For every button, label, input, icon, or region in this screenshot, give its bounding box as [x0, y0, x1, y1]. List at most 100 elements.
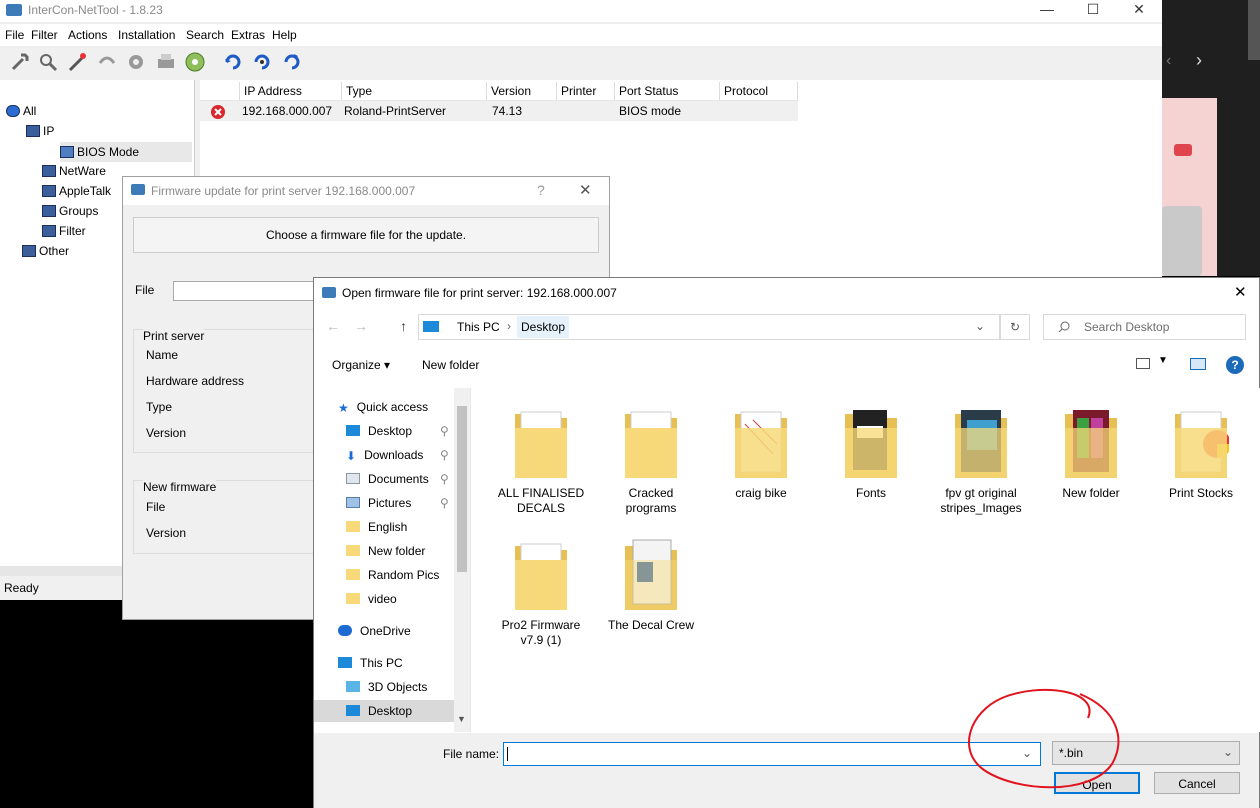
column-protocol[interactable]: Protocol — [720, 82, 798, 100]
folder-icon — [515, 543, 567, 610]
app-icon — [131, 184, 145, 195]
magic-wand-icon[interactable] — [66, 51, 88, 73]
text-cursor — [507, 747, 508, 761]
folder-item[interactable]: Print Stocks — [1153, 398, 1249, 528]
folder-item[interactable]: Cracked programs — [603, 398, 699, 528]
breadcrumb-desktop[interactable]: Desktop — [517, 316, 570, 338]
refresh-search-icon[interactable] — [251, 51, 273, 73]
folder-icon — [845, 410, 897, 478]
nav-this-pc[interactable]: This PC — [338, 652, 403, 674]
horizontal-scrollbar[interactable] — [0, 566, 122, 576]
scrollbar-thumb[interactable] — [457, 406, 467, 572]
chevron-down-icon[interactable]: ⌄ — [975, 319, 985, 333]
close-button[interactable]: ✕ — [1234, 283, 1247, 301]
nav-desktop-pinned[interactable]: Desktop ⚲ — [346, 420, 454, 442]
folder-item[interactable]: fpv gt original stripes_Images — [933, 398, 1029, 528]
menu-installation[interactable]: Installation — [118, 28, 175, 42]
new-folder-button[interactable]: New folder — [422, 358, 479, 372]
scrollbar-thumb[interactable] — [1248, 0, 1260, 60]
folder-item[interactable]: Fonts — [823, 398, 919, 528]
wrench-icon[interactable] — [9, 51, 31, 73]
nav-quick-access[interactable]: ★ Quick access — [338, 396, 428, 418]
printer-icon[interactable] — [155, 51, 177, 73]
folder-icon — [346, 593, 360, 604]
nav-onedrive[interactable]: OneDrive — [338, 620, 411, 642]
nav-desktop-selected[interactable]: Desktop — [314, 700, 454, 722]
tree-item-groups[interactable]: Groups — [42, 204, 98, 218]
preview-pane-icon[interactable] — [1190, 358, 1206, 370]
nav-3d-objects[interactable]: 3D Objects — [346, 676, 427, 698]
column-printer[interactable]: Printer — [557, 82, 615, 100]
nav-pictures[interactable]: Pictures ⚲ — [346, 492, 454, 514]
organize-button[interactable]: Organize ▾ — [332, 358, 390, 372]
forward-icon[interactable]: → — [354, 318, 368, 334]
tree-item-ip[interactable]: IP — [26, 124, 54, 138]
row-version: 74.13 — [492, 104, 523, 118]
nav-video[interactable]: video — [346, 588, 397, 610]
file-path-field[interactable] — [173, 281, 321, 301]
up-icon[interactable]: ↑ — [400, 318, 407, 334]
folder-item[interactable]: The Decal Crew — [603, 530, 699, 660]
back-icon[interactable]: ← — [326, 318, 340, 334]
menu-search[interactable]: Search — [186, 28, 224, 42]
search-box[interactable]: Search Desktop — [1043, 314, 1246, 340]
navigation-pane: ★ Quick access Desktop ⚲ ⬇ Downloads ⚲ Docum… — [314, 388, 470, 732]
tree-item-netware[interactable]: NetWare — [42, 164, 106, 178]
help-button[interactable]: ? — [537, 182, 545, 198]
folder-item[interactable]: craig bike — [713, 398, 809, 528]
nav-documents[interactable]: Documents ⚲ — [346, 468, 454, 490]
refresh-icon[interactable] — [222, 51, 244, 73]
tree-item-other[interactable]: Other — [22, 244, 69, 258]
refresh-icon[interactable]: ↻ — [1000, 314, 1030, 340]
folder-icon — [955, 410, 1007, 478]
column-version[interactable]: Version — [487, 82, 557, 100]
breadcrumb-this-pc[interactable]: This PC — [457, 320, 500, 334]
name-label: Name — [146, 348, 179, 362]
forward-arrow-icon[interactable]: › — [1196, 50, 1202, 71]
tree-item-bios-mode[interactable]: BIOS Mode — [60, 142, 192, 162]
menu-extras[interactable]: Extras — [231, 28, 265, 42]
app-icon — [6, 4, 22, 16]
column-port-status[interactable]: Port Status — [615, 82, 720, 100]
file-name: New folder — [1062, 486, 1120, 500]
tree-item-all[interactable]: All — [6, 104, 36, 118]
maximize-button[interactable]: ☐ — [1070, 0, 1116, 22]
minimize-button[interactable]: — — [1024, 0, 1070, 22]
tree-item-appletalk[interactable]: AppleTalk — [42, 184, 111, 198]
nav-scrollbar[interactable]: ▼ — [454, 388, 470, 732]
column-ip-address[interactable]: IP Address — [240, 82, 342, 100]
chevron-down-icon[interactable]: ▼ — [457, 714, 466, 724]
nav-downloads[interactable]: ⬇ Downloads ⚲ — [346, 444, 454, 466]
column-icon[interactable] — [200, 82, 240, 100]
menu-filter[interactable]: Filter — [31, 28, 58, 42]
chevron-down-icon[interactable]: ▼ — [1158, 355, 1168, 366]
undo-icon[interactable] — [96, 51, 118, 73]
column-type[interactable]: Type — [342, 82, 487, 100]
tree-item-filter[interactable]: Filter — [42, 224, 86, 238]
file-name: Pro2 Firmware v7.9 (1) — [501, 618, 581, 647]
address-bar[interactable]: This PC › Desktop ⌄ — [418, 314, 1000, 340]
menu-actions[interactable]: Actions — [68, 28, 107, 42]
close-button[interactable]: ✕ — [579, 181, 592, 199]
file-list: ALL FINALISED DECALS Cracked programs cr… — [470, 388, 1260, 732]
close-button[interactable]: ✕ — [1116, 0, 1162, 22]
menu-help[interactable]: Help — [272, 28, 297, 42]
disc-icon[interactable] — [184, 51, 206, 73]
file-label: File — [135, 283, 155, 297]
folder-item[interactable]: Pro2 Firmware v7.9 (1) — [493, 530, 589, 660]
help-button[interactable]: ? — [1226, 356, 1244, 374]
menu-file[interactable]: File — [5, 28, 24, 42]
refresh-all-icon[interactable] — [281, 51, 303, 73]
cancel-button[interactable]: Cancel — [1154, 772, 1240, 794]
nav-random-pics[interactable]: Random Pics — [346, 564, 439, 586]
nav-english[interactable]: English — [346, 516, 407, 538]
gear-icon[interactable] — [125, 51, 147, 73]
back-arrow-icon[interactable]: ‹ — [1166, 52, 1171, 70]
folder-item[interactable]: New folder — [1043, 398, 1139, 528]
magnifier-icon[interactable] — [37, 51, 59, 73]
folder-item[interactable]: ALL FINALISED DECALS — [493, 398, 589, 528]
table-row[interactable]: 192.168.000.007 Roland-PrintServer 74.13… — [200, 101, 798, 121]
file-name: The Decal Crew — [607, 618, 695, 632]
view-options-icon[interactable] — [1136, 358, 1150, 369]
nav-new-folder[interactable]: New folder — [346, 540, 425, 562]
